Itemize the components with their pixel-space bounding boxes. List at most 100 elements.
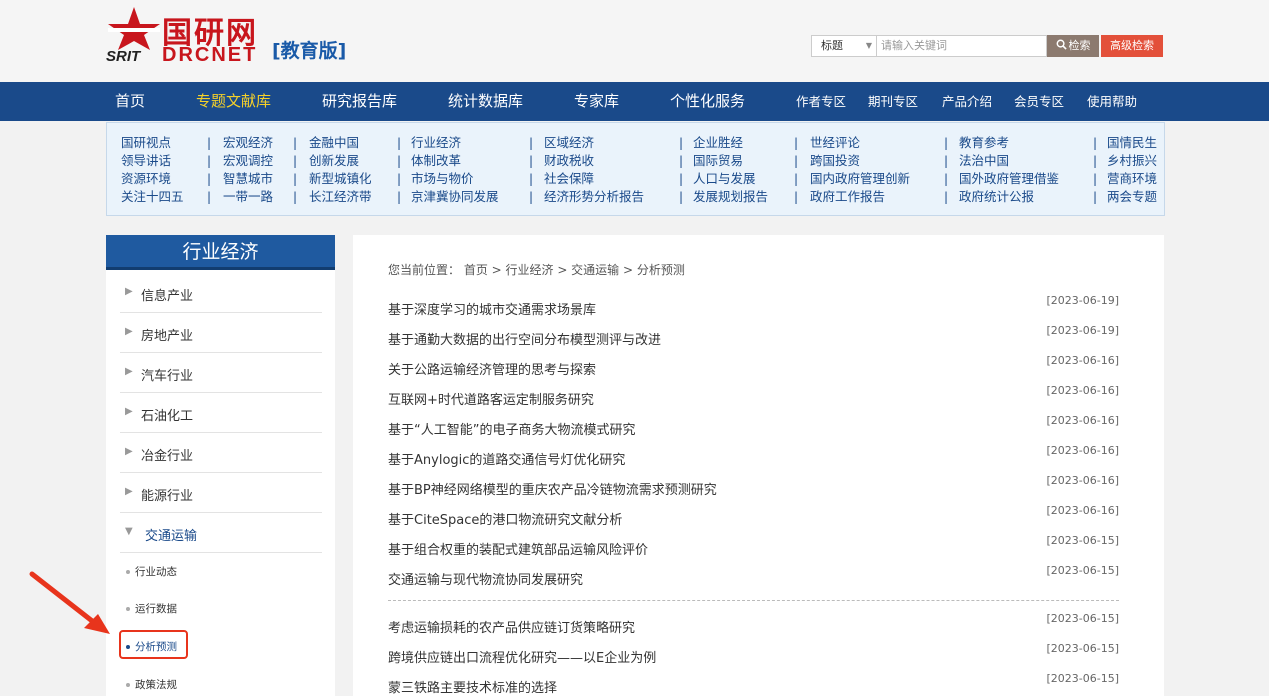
subcat-link[interactable]: 国外政府管理借鉴 <box>959 170 1059 188</box>
subcat-link[interactable]: 资源环境 <box>121 170 184 188</box>
article-row: 基于Anylogic的道路交通信号灯优化研究 [2023-06-16] <box>388 444 1119 479</box>
chevron-right-icon: ▶ <box>125 286 133 297</box>
sidebar-item-metallurgy[interactable]: ▶ 冶金行业 <box>120 433 322 473</box>
site-logo[interactable]: 国研网 SRIT DRCNET [教育版] <box>104 6 354 66</box>
subcat-link[interactable]: 人口与发展 <box>693 170 768 188</box>
article-date: [2023-06-15] <box>1046 612 1119 625</box>
subcat-column: 企业胜经 国际贸易 人口与发展 发展规划报告 <box>693 134 768 206</box>
sidebar-subitem-policy-regulations[interactable]: 政策法规 <box>126 677 177 692</box>
sidebar-item-real-estate[interactable]: ▶ 房地产业 <box>120 313 322 353</box>
subcat-link[interactable]: 区域经济 <box>544 134 644 152</box>
subcat-link[interactable]: 政府工作报告 <box>810 188 910 206</box>
article-link[interactable]: 交通运输与现代物流协同发展研究 <box>388 569 583 588</box>
chevron-right-icon: ▶ <box>125 486 133 497</box>
sidebar-subitem-operation-data[interactable]: 运行数据 <box>126 601 177 616</box>
subcat-link[interactable]: 社会保障 <box>544 170 644 188</box>
subcat-link[interactable]: 关注十四五 <box>121 188 184 206</box>
subcat-separator: | | | | <box>679 136 684 204</box>
subcat-column: 教育参考 法治中国 国外政府管理借鉴 政府统计公报 <box>959 134 1059 206</box>
nav-statistics[interactable]: 统计数据库 <box>448 82 523 121</box>
subcat-link[interactable]: 营商环境 <box>1107 170 1157 188</box>
subcat-link[interactable]: 企业胜经 <box>693 134 768 152</box>
subcat-link[interactable]: 财政税收 <box>544 152 644 170</box>
nav-member-zone[interactable]: 会员专区 <box>1014 82 1064 121</box>
subcat-link[interactable]: 体制改革 <box>411 152 499 170</box>
sidebar-item-label: 房地产业 <box>141 329 194 344</box>
subcat-link[interactable]: 世经评论 <box>810 134 910 152</box>
bullet-icon <box>126 683 130 687</box>
sidebar-item-label: 汽车行业 <box>141 369 194 384</box>
search-type-select[interactable]: 标题 ▼ <box>811 35 877 57</box>
nav-personal-service[interactable]: 个性化服务 <box>670 82 745 121</box>
article-date: [2023-06-16] <box>1046 444 1119 457</box>
subcat-link[interactable]: 领导讲话 <box>121 152 184 170</box>
article-link[interactable]: 基于Anylogic的道路交通信号灯优化研究 <box>388 449 625 468</box>
subcat-link[interactable]: 乡村振兴 <box>1107 152 1157 170</box>
nav-experts[interactable]: 专家库 <box>574 82 619 121</box>
chevron-down-icon: ▼ <box>865 41 872 50</box>
article-row: 考虑运输损耗的农产品供应链订货策略研究 [2023-06-15] <box>388 612 1119 647</box>
article-link[interactable]: 蒙三铁路主要技术标准的选择 <box>388 677 557 696</box>
article-date: [2023-06-15] <box>1046 534 1119 547</box>
nav-topic-library[interactable]: 专题文献库 <box>196 82 271 121</box>
advanced-search-button[interactable]: 高级检索 <box>1101 35 1163 57</box>
subcat-link[interactable]: 国际贸易 <box>693 152 768 170</box>
article-row: 跨境供应链出口流程优化研究——以E企业为例 [2023-06-15] <box>388 642 1119 677</box>
subcat-link[interactable]: 行业经济 <box>411 134 499 152</box>
subcat-link[interactable]: 发展规划报告 <box>693 188 768 206</box>
subcat-link[interactable]: 创新发展 <box>309 152 372 170</box>
nav-help[interactable]: 使用帮助 <box>1087 82 1137 121</box>
nav-journal-zone[interactable]: 期刊专区 <box>868 82 918 121</box>
sidebar-item-automotive[interactable]: ▶ 汽车行业 <box>120 353 322 393</box>
article-link[interactable]: 互联网+时代道路客运定制服务研究 <box>388 389 594 408</box>
subcat-link[interactable]: 宏观调控 <box>223 152 273 170</box>
article-link[interactable]: 跨境供应链出口流程优化研究——以E企业为例 <box>388 647 656 666</box>
article-link[interactable]: 基于“人工智能”的电子商务大物流模式研究 <box>388 419 635 438</box>
nav-product-intro[interactable]: 产品介绍 <box>942 82 992 121</box>
site-header: 国研网 SRIT DRCNET [教育版] 标题 ▼ 请输入关键词 检索 高级检… <box>0 0 1269 82</box>
subcat-link[interactable]: 国情民生 <box>1107 134 1157 152</box>
article-link[interactable]: 基于BP神经网络模型的重庆农产品冷链物流需求预测研究 <box>388 479 717 498</box>
subcat-link[interactable]: 法治中国 <box>959 152 1059 170</box>
sidebar-item-energy[interactable]: ▶ 能源行业 <box>120 473 322 513</box>
search-button[interactable]: 检索 <box>1047 35 1099 57</box>
subcat-link[interactable]: 智慧城市 <box>223 170 273 188</box>
search-input[interactable]: 请输入关键词 <box>877 35 1047 57</box>
subcat-link[interactable]: 政府统计公报 <box>959 188 1059 206</box>
subcat-link[interactable]: 金融中国 <box>309 134 372 152</box>
article-row: 基于深度学习的城市交通需求场景库 [2023-06-19] <box>388 294 1119 329</box>
subcat-column: 宏观经济 宏观调控 智慧城市 一带一路 <box>223 134 273 206</box>
article-date: [2023-06-19] <box>1046 324 1119 337</box>
article-link[interactable]: 考虑运输损耗的农产品供应链订货策略研究 <box>388 617 635 636</box>
sidebar-item-transportation[interactable]: ▼ 交通运输 <box>120 513 322 553</box>
subcat-link[interactable]: 长江经济带 <box>309 188 372 206</box>
article-link[interactable]: 关于公路运输经济管理的思考与探索 <box>388 359 596 378</box>
nav-author-zone[interactable]: 作者专区 <box>796 82 846 121</box>
article-row: 基于“人工智能”的电子商务大物流模式研究 [2023-06-16] <box>388 414 1119 449</box>
subcat-link[interactable]: 市场与物价 <box>411 170 499 188</box>
subcat-link[interactable]: 跨国投资 <box>810 152 910 170</box>
subcat-link[interactable]: 一带一路 <box>223 188 273 206</box>
nav-research-reports[interactable]: 研究报告库 <box>322 82 397 121</box>
sidebar-item-info-industry[interactable]: ▶ 信息产业 <box>120 273 322 313</box>
subcat-link[interactable]: 新型城镇化 <box>309 170 372 188</box>
article-row: 基于组合权重的装配式建筑部品运输风险评价 [2023-06-15] <box>388 534 1119 569</box>
article-link[interactable]: 基于深度学习的城市交通需求场景库 <box>388 299 596 318</box>
article-link[interactable]: 基于通勤大数据的出行空间分布模型测评与改进 <box>388 329 661 348</box>
article-link[interactable]: 基于CiteSpace的港口物流研究文献分析 <box>388 509 622 528</box>
nav-home[interactable]: 首页 <box>115 82 145 121</box>
subcat-link[interactable]: 经济形势分析报告 <box>544 188 644 206</box>
subcat-link[interactable]: 京津冀协同发展 <box>411 188 499 206</box>
sidebar-subitem-industry-news[interactable]: 行业动态 <box>126 564 177 579</box>
subcat-link[interactable]: 宏观经济 <box>223 134 273 152</box>
subcat-link[interactable]: 国内政府管理创新 <box>810 170 910 188</box>
sidebar-item-label: 石油化工 <box>141 409 194 424</box>
subcat-link[interactable]: 两会专题 <box>1107 188 1157 206</box>
subcat-link[interactable]: 教育参考 <box>959 134 1059 152</box>
article-row: 基于BP神经网络模型的重庆农产品冷链物流需求预测研究 [2023-06-16] <box>388 474 1119 509</box>
sidebar-item-petrochemical[interactable]: ▶ 石油化工 <box>120 393 322 433</box>
bullet-icon <box>126 607 130 611</box>
chevron-right-icon: ▶ <box>125 326 133 337</box>
article-link[interactable]: 基于组合权重的装配式建筑部品运输风险评价 <box>388 539 648 558</box>
subcat-link[interactable]: 国研视点 <box>121 134 184 152</box>
